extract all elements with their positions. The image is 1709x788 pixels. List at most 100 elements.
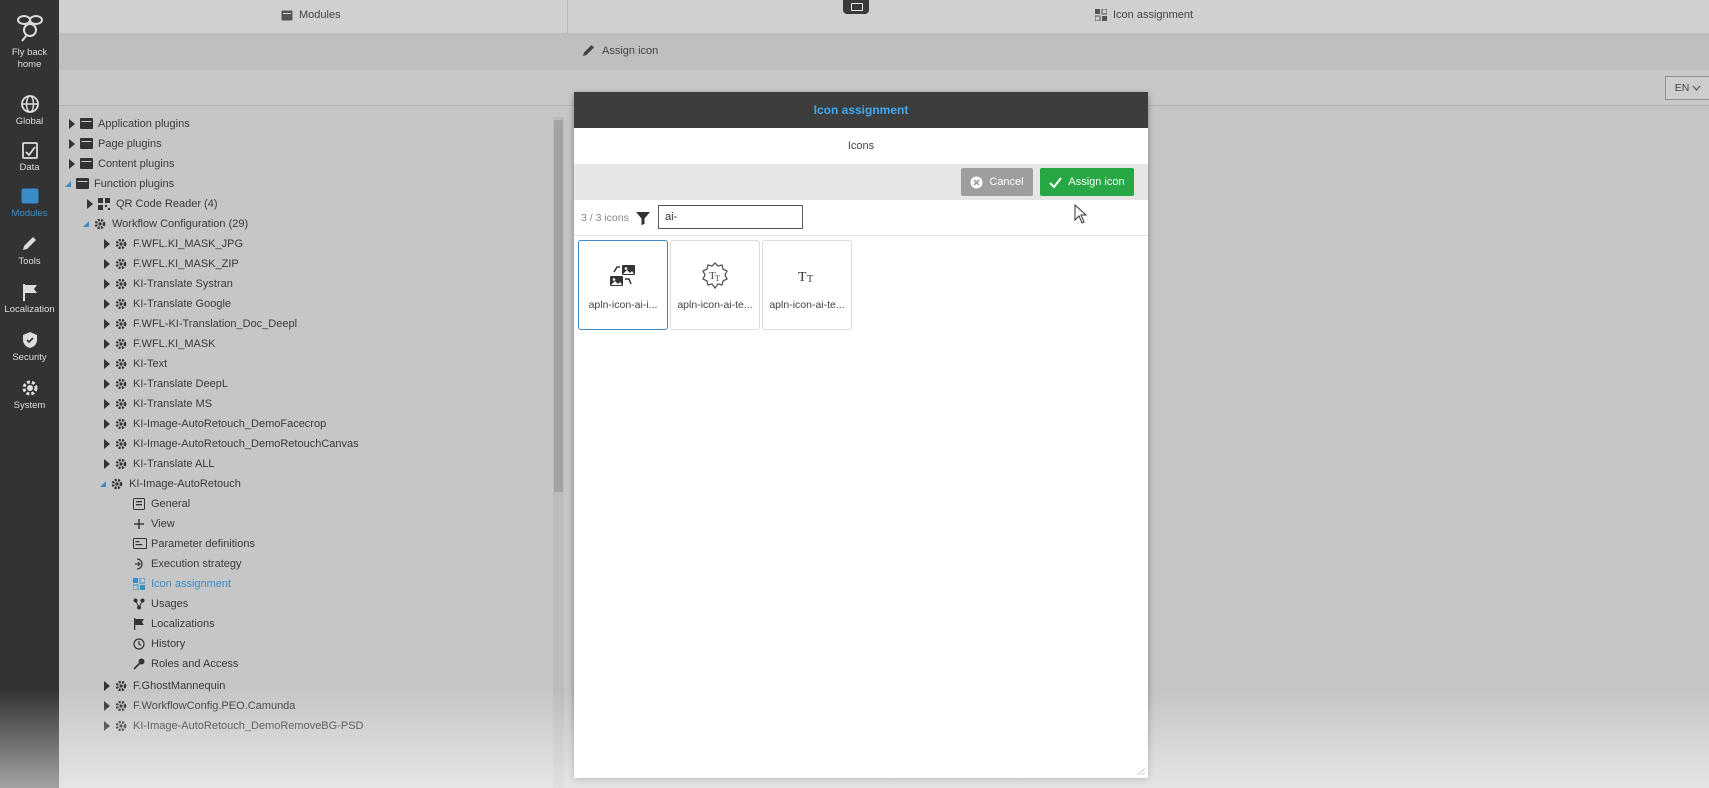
tree-node-label: F.GhostMannequin bbox=[133, 680, 226, 692]
gear-icon bbox=[115, 720, 128, 732]
tree-scrollbar-thumb[interactable] bbox=[554, 120, 563, 492]
assign-icon-button[interactable]: Assign icon bbox=[1040, 168, 1134, 196]
expand-arrow-icon[interactable] bbox=[104, 259, 110, 269]
tree-node[interactable]: Workflow Configuration (29) bbox=[83, 214, 248, 234]
tree-node-execution-strategy[interactable]: Execution strategy bbox=[133, 554, 242, 574]
cancel-button[interactable]: Cancel bbox=[961, 168, 1033, 196]
tab-modules[interactable]: Modules bbox=[281, 9, 341, 21]
dialog-actions: Cancel Assign icon bbox=[574, 164, 1148, 200]
icon-tile[interactable]: TT apln-icon-ai-te... bbox=[670, 240, 760, 330]
tree-node-general[interactable]: General bbox=[133, 494, 190, 514]
icon-tile-label: apln-icon-ai-te... bbox=[677, 299, 753, 311]
expand-arrow-icon[interactable] bbox=[69, 159, 75, 169]
rail-item-global[interactable]: Global bbox=[0, 95, 59, 128]
gear-icon bbox=[20, 379, 40, 397]
expand-arrow-icon[interactable] bbox=[104, 681, 110, 691]
tree-node-localizations[interactable]: Localizations bbox=[133, 614, 215, 634]
filter-icon[interactable] bbox=[636, 212, 650, 225]
expand-arrow-icon[interactable] bbox=[104, 459, 110, 469]
gear-icon bbox=[115, 418, 128, 430]
tree-node[interactable]: Page plugins bbox=[69, 134, 162, 154]
tree-node[interactable]: KI-Translate MS bbox=[104, 394, 212, 414]
tree-node-usages[interactable]: Usages bbox=[133, 594, 188, 614]
collapse-arrow-icon[interactable] bbox=[83, 221, 89, 227]
icon-assignment-tab-icon bbox=[1095, 9, 1107, 21]
tree-node-roles-and-access[interactable]: Roles and Access bbox=[133, 654, 238, 674]
tree-node[interactable]: KI-Image-AutoRetouch_DemoFacecrop bbox=[104, 414, 326, 434]
expand-arrow-icon[interactable] bbox=[69, 139, 75, 149]
expand-arrow-icon[interactable] bbox=[104, 359, 110, 369]
icon-tile[interactable]: apln-icon-ai-i... bbox=[578, 240, 668, 330]
data-icon bbox=[20, 141, 40, 159]
tree-node[interactable]: KI-Translate DeepL bbox=[104, 374, 228, 394]
module-tree: Application plugins Page plugins Content… bbox=[59, 107, 567, 788]
tree-node[interactable]: Application plugins bbox=[69, 114, 190, 134]
expand-arrow-icon[interactable] bbox=[104, 379, 110, 389]
tree-node-label: Parameter definitions bbox=[151, 538, 255, 550]
tree-node[interactable]: KI-Translate Google bbox=[104, 294, 231, 314]
gear-icon bbox=[94, 218, 107, 230]
expand-arrow-icon[interactable] bbox=[104, 721, 110, 731]
tab-modules-label: Modules bbox=[299, 9, 341, 21]
tree-node[interactable]: F.WorkflowConfig.PEO.Camunda bbox=[104, 696, 295, 716]
tree-node[interactable]: KI-Translate ALL bbox=[104, 454, 215, 474]
cancel-label: Cancel bbox=[989, 176, 1024, 188]
tree-node-label: Function plugins bbox=[94, 178, 175, 190]
rail-item-data[interactable]: Data bbox=[0, 141, 59, 174]
tree-node[interactable]: QR Code Reader (4) bbox=[87, 194, 218, 214]
tree-scrollbar[interactable] bbox=[553, 117, 564, 788]
expand-arrow-icon[interactable] bbox=[104, 319, 110, 329]
icon-search-input[interactable] bbox=[658, 205, 803, 229]
language-select[interactable]: EN bbox=[1665, 76, 1709, 100]
tree-node[interactable]: KI-Text bbox=[104, 354, 167, 374]
tree-node-label: Execution strategy bbox=[151, 558, 242, 570]
tree-node[interactable]: F.WFL.KI_MASK bbox=[104, 334, 216, 354]
expand-arrow-icon[interactable] bbox=[104, 419, 110, 429]
expand-arrow-icon[interactable] bbox=[104, 399, 110, 409]
expand-arrow-icon[interactable] bbox=[104, 439, 110, 449]
language-value: EN bbox=[1674, 82, 1690, 94]
expand-arrow-icon[interactable] bbox=[104, 299, 110, 309]
expand-arrow-icon[interactable] bbox=[104, 339, 110, 349]
expand-arrow-icon[interactable] bbox=[87, 199, 93, 209]
tree-node-label: KI-Image-AutoRetouch_DemoFacecrop bbox=[133, 418, 327, 430]
tree-node[interactable]: Function plugins bbox=[65, 174, 174, 194]
svg-text:T: T bbox=[798, 270, 807, 285]
expand-arrow-icon[interactable] bbox=[69, 119, 75, 129]
tree-node-view[interactable]: View bbox=[133, 514, 175, 534]
collapse-arrow-icon[interactable] bbox=[65, 181, 71, 187]
rail-item-tools[interactable]: Tools bbox=[0, 235, 59, 268]
assign-icon-action[interactable]: Assign icon bbox=[582, 44, 658, 57]
tree-node[interactable]: KI-Translate Systran bbox=[104, 274, 233, 294]
tab-icon-assignment[interactable]: Icon assignment bbox=[1095, 9, 1193, 21]
tree-node[interactable]: F.WFL.KI_MASK_JPG bbox=[104, 234, 243, 254]
flag-icon bbox=[133, 618, 146, 630]
parameters-icon bbox=[133, 538, 147, 550]
window-toggle-icon[interactable] bbox=[843, 0, 869, 14]
tree-node-history[interactable]: History bbox=[133, 634, 185, 654]
tree-node[interactable]: F.GhostMannequin bbox=[104, 676, 225, 696]
tree-node[interactable]: Content plugins bbox=[69, 154, 174, 174]
tree-node[interactable]: F.WFL.KI_MASK_ZIP bbox=[104, 254, 239, 274]
history-icon bbox=[133, 638, 146, 650]
collapse-arrow-icon[interactable] bbox=[100, 481, 106, 487]
expand-arrow-icon[interactable] bbox=[104, 279, 110, 289]
fly-back-home-button[interactable]: Fly back home bbox=[0, 10, 59, 71]
tree-node-label: F.WFL.KI_MASK_ZIP bbox=[133, 258, 239, 270]
general-icon bbox=[133, 498, 146, 510]
tree-node-label: KI-Translate ALL bbox=[133, 458, 215, 470]
tree-node[interactable]: F.WFL-KI-Translation_Doc_Deepl bbox=[104, 314, 297, 334]
rail-item-localization[interactable]: Localization bbox=[0, 283, 59, 316]
tree-node[interactable]: KI-Image-AutoRetouch_DemoRemoveBG-PSD bbox=[104, 716, 363, 736]
tree-node[interactable]: KI-Image-AutoRetouch bbox=[100, 474, 241, 494]
rail-item-modules[interactable]: Modules bbox=[0, 187, 59, 220]
tree-node-parameter-definitions[interactable]: Parameter definitions bbox=[133, 534, 255, 554]
expand-arrow-icon[interactable] bbox=[104, 239, 110, 249]
tree-node[interactable]: KI-Image-AutoRetouch_DemoRetouchCanvas bbox=[104, 434, 359, 454]
rail-item-system[interactable]: System bbox=[0, 379, 59, 412]
tree-node-icon-assignment[interactable]: Icon assignment bbox=[132, 574, 231, 594]
rail-item-security[interactable]: Security bbox=[0, 331, 59, 364]
icon-tile[interactable]: TT apln-icon-ai-te... bbox=[762, 240, 852, 330]
expand-arrow-icon[interactable] bbox=[104, 701, 110, 711]
resize-handle-icon[interactable] bbox=[1136, 766, 1146, 776]
